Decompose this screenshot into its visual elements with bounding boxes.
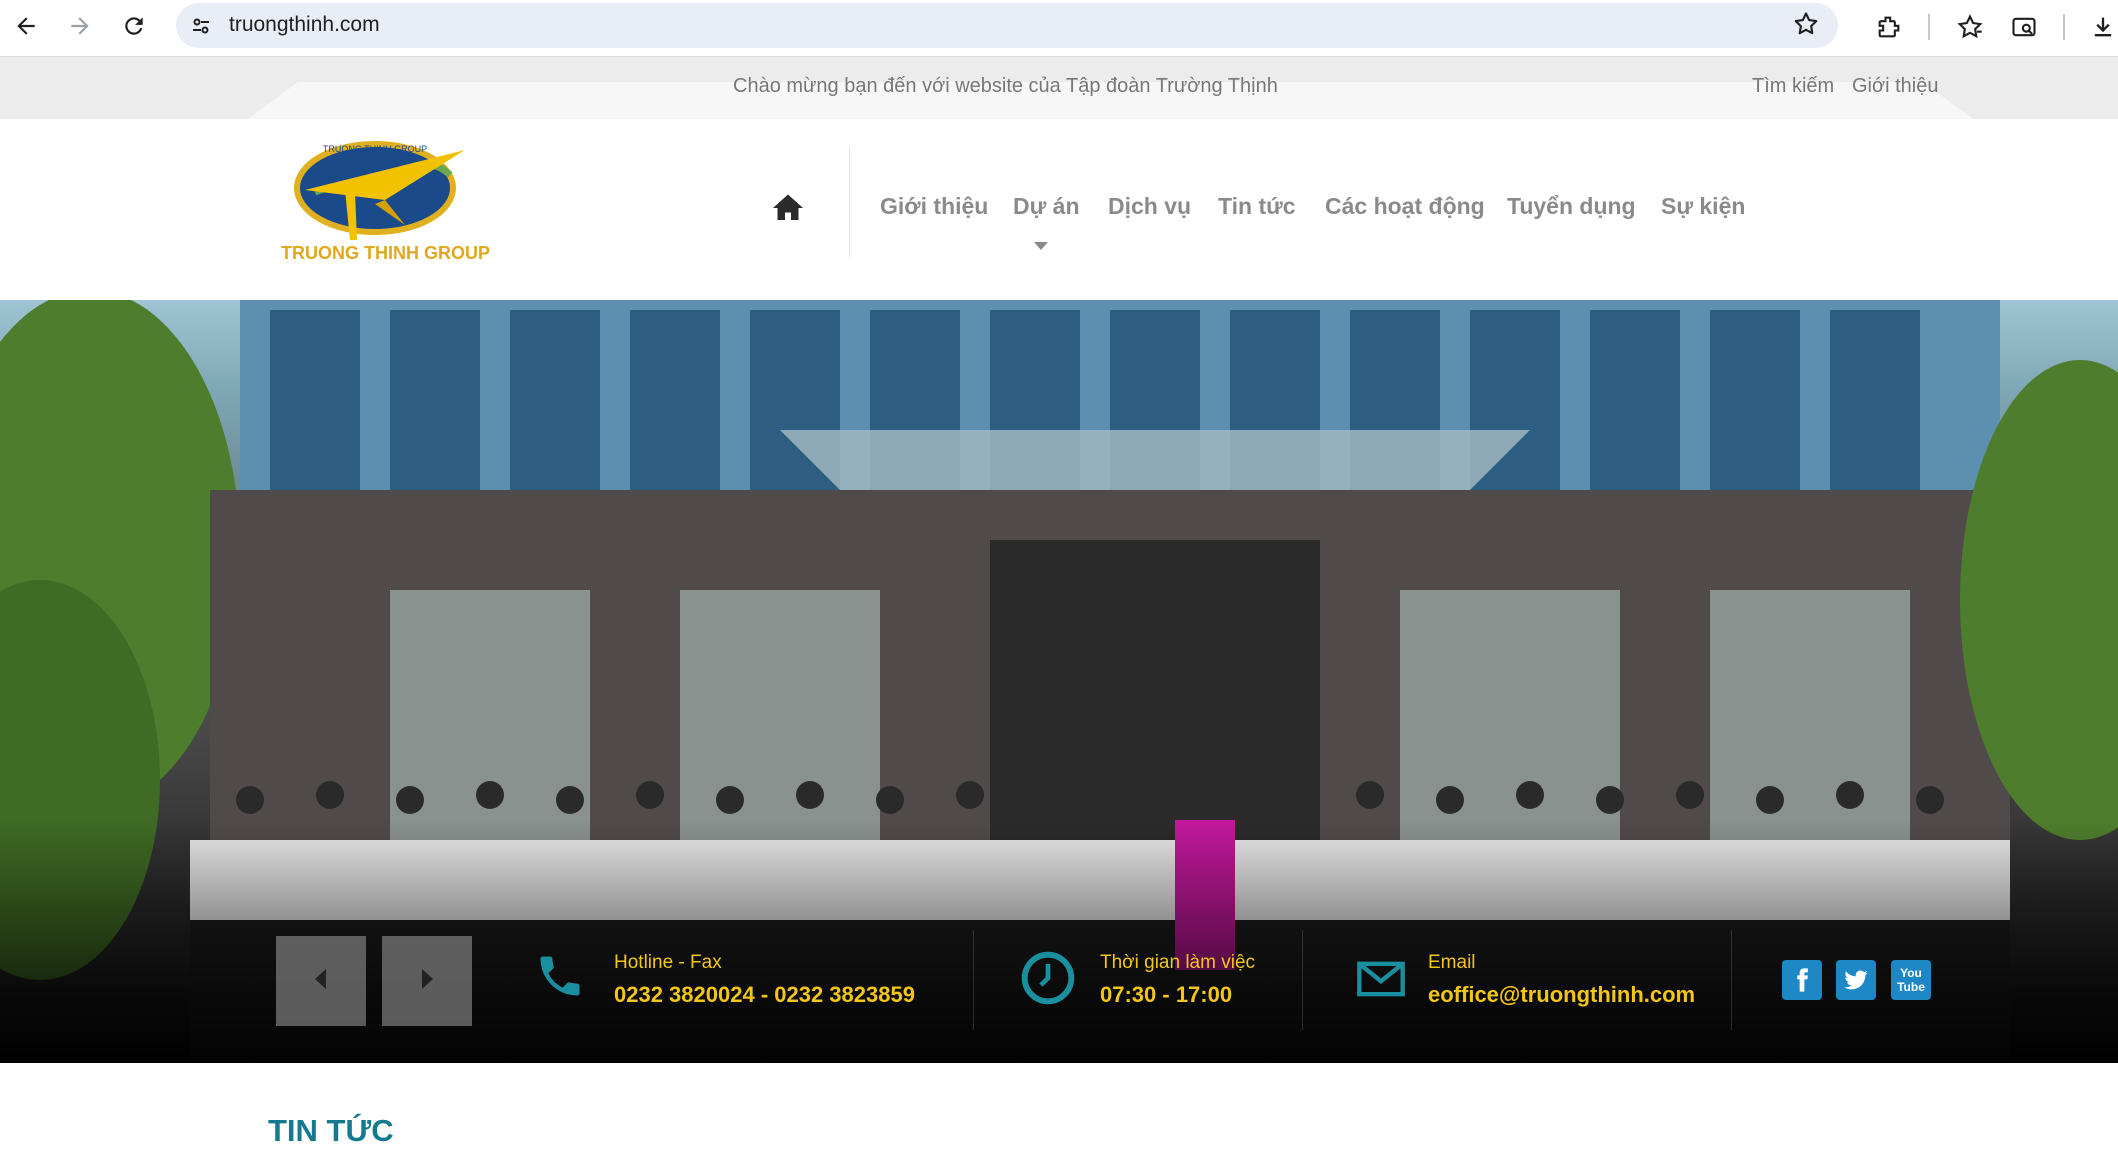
email-label: Email — [1428, 952, 1476, 973]
youtube-icon[interactable]: You Tube — [1891, 960, 1931, 1000]
menu-item-gioi-thieu[interactable]: Giới thiệu — [880, 193, 988, 220]
info-separator — [1731, 930, 1732, 1030]
slider-prev-button[interactable] — [276, 936, 366, 1026]
search-link[interactable]: Tìm kiếm — [1752, 75, 1834, 98]
url-text[interactable]: truongthinh.com — [229, 13, 380, 37]
bookmark-star-icon[interactable] — [1792, 10, 1822, 40]
envelope-icon — [1350, 953, 1412, 1010]
svg-text:TRUONG THINH GROUP: TRUONG THINH GROUP — [323, 144, 427, 154]
hotline-value[interactable]: 0232 3820024 - 0232 3823859 — [614, 982, 915, 1008]
menu-divider — [849, 148, 850, 258]
tab-search-icon[interactable] — [2006, 9, 2042, 45]
caret-right-icon — [418, 968, 436, 995]
toolbar-separator — [1928, 14, 1930, 40]
chevron-down-icon[interactable] — [1034, 242, 1048, 250]
phone-icon — [534, 950, 586, 1007]
hotline-label: Hotline - Fax — [614, 952, 722, 973]
caret-left-icon — [312, 968, 330, 995]
browser-toolbar: truongthinh.com — [0, 0, 2118, 57]
toolbar-separator — [2063, 14, 2065, 40]
reload-icon — [121, 13, 147, 44]
reload-button[interactable] — [114, 8, 154, 48]
forward-button[interactable] — [60, 8, 100, 48]
menu-item-tin-tuc[interactable]: Tin tức — [1218, 193, 1296, 220]
site-info-icon[interactable] — [186, 11, 216, 41]
back-arrow-icon — [13, 13, 39, 44]
address-bar[interactable]: truongthinh.com — [176, 3, 1838, 48]
about-link[interactable]: Giới thiệu — [1852, 75, 1938, 98]
menu-item-du-an[interactable]: Dự án — [1013, 193, 1080, 220]
hours-value: 07:30 - 17:00 — [1100, 982, 1233, 1007]
news-section-title: TIN TỨC — [268, 1113, 394, 1148]
bookmarks-icon[interactable] — [1952, 9, 1988, 45]
extensions-icon[interactable] — [1871, 9, 1907, 45]
twitter-icon[interactable] — [1836, 960, 1876, 1000]
clock-icon — [1020, 950, 1076, 1011]
menu-item-cac-hoat-dong[interactable]: Các hoạt động — [1325, 193, 1485, 220]
home-icon[interactable] — [770, 190, 806, 226]
youtube-text: You Tube — [1897, 966, 1925, 994]
info-separator — [973, 930, 974, 1030]
email-value[interactable]: eoffice@truongthinh.com — [1428, 982, 1695, 1008]
facebook-icon[interactable] — [1782, 960, 1822, 1000]
info-separator — [1302, 930, 1303, 1030]
menu-item-tuyen-dung[interactable]: Tuyển dụng — [1507, 193, 1636, 220]
back-button[interactable] — [6, 8, 46, 48]
slider-next-button[interactable] — [382, 936, 472, 1026]
forward-arrow-icon — [67, 13, 93, 44]
menu-item-dich-vu[interactable]: Dịch vụ — [1108, 193, 1191, 220]
menu-item-su-kien[interactable]: Sự kiện — [1661, 193, 1745, 220]
welcome-text: Chào mừng bạn đến với website của Tập đo… — [733, 75, 1278, 97]
logo-text: TRUONG THINH GROUP — [281, 243, 490, 263]
hours-label: Thời gian làm việc — [1100, 952, 1256, 973]
download-icon[interactable] — [2085, 9, 2118, 45]
